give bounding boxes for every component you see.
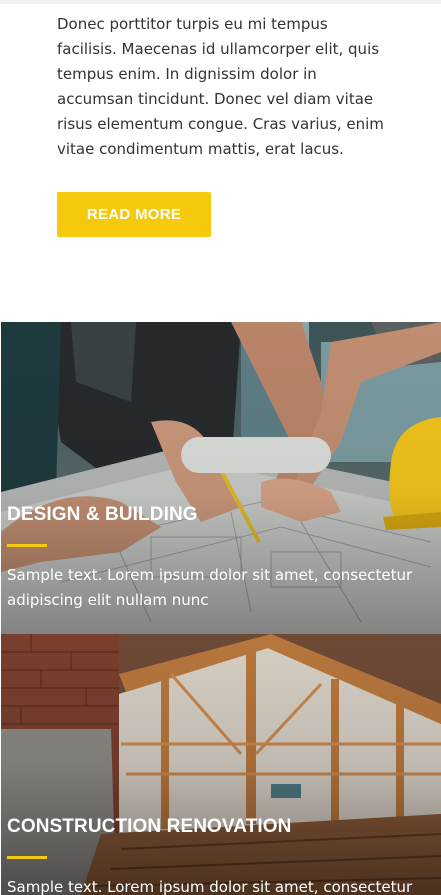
card-title: DESIGN & BUILDING [7, 504, 198, 525]
design-building-card[interactable]: DESIGN & BUILDING Sample text. Lorem ips… [1, 322, 441, 634]
accent-bar [7, 856, 47, 859]
intro-text: Donec porttitor turpis eu mi tempus faci… [57, 15, 384, 158]
card-description: Sample text. Lorem ipsum dolor sit amet,… [7, 566, 413, 609]
attic-renovation-photo [1, 634, 441, 895]
card-title: CONSTRUCTION RENOVATION [7, 816, 292, 837]
top-strip [0, 0, 441, 4]
card-description: Sample text. Lorem ipsum dolor sit amet,… [7, 878, 413, 895]
accent-bar [7, 544, 47, 547]
read-more-button[interactable]: READ MORE [57, 192, 211, 237]
construction-renovation-card[interactable]: CONSTRUCTION RENOVATION Sample text. Lor… [1, 634, 441, 895]
